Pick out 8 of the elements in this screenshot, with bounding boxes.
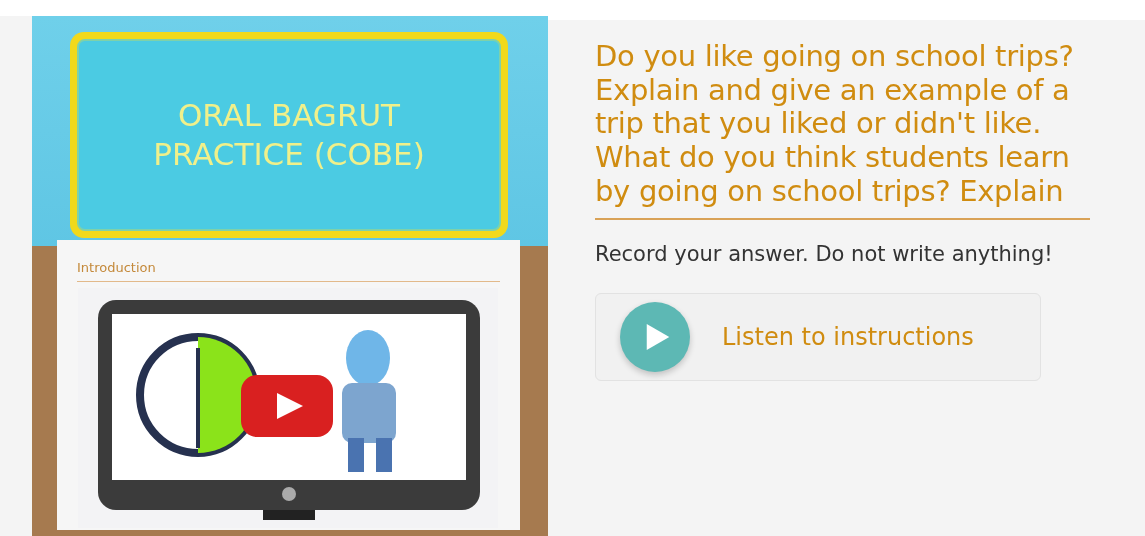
instruction-text: Record your answer. Do not write anything! [595,241,1054,269]
play-icon [645,321,671,352]
play-icon [241,375,333,437]
play-button[interactable] [241,375,333,437]
section-heading: Introduction [77,260,500,282]
listen-button[interactable]: Listen to instructions [595,292,1041,381]
page-title: ORAL BAGRUT PRACTICE (COBE) [152,96,426,174]
question-text: Do you like going on school trips? Explain and give an example of a trip that you liked or didn't like. What do you think students learn by going on school trips? Explain [595,40,1075,209]
